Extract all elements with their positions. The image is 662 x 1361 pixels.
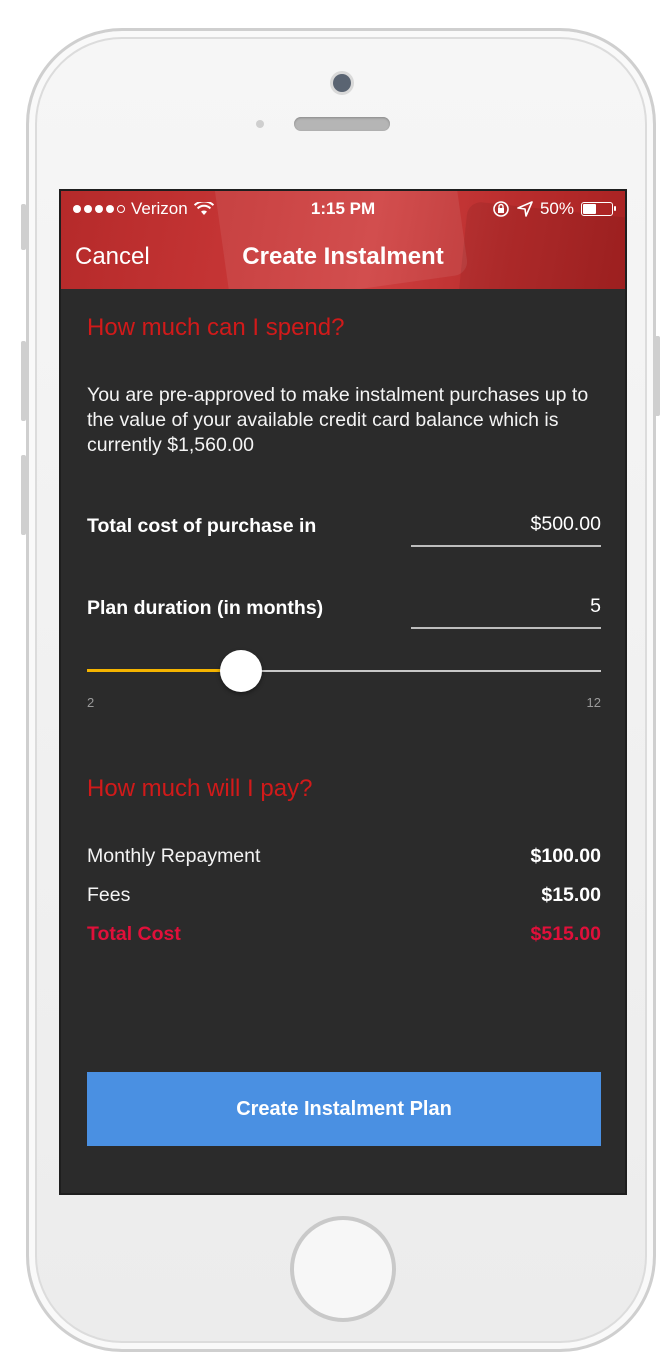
volume-up-button xyxy=(21,341,26,421)
volume-down-button xyxy=(21,455,26,535)
duration-slider[interactable] xyxy=(87,649,601,693)
status-bar: Verizon 1:15 PM 50% xyxy=(61,191,625,227)
purchase-cost-input[interactable] xyxy=(411,507,601,547)
slider-thumb[interactable] xyxy=(220,650,263,692)
fees-value: $15.00 xyxy=(541,884,601,906)
header-background: Verizon 1:15 PM 50% Cancel Create Instal… xyxy=(61,191,625,289)
pre-approval-description: You are pre-approved to make instalment … xyxy=(87,384,589,456)
total-cost-row: Total Cost $515.00 xyxy=(87,923,601,946)
slider-min-label: 2 xyxy=(87,695,95,710)
fees-row: Fees $15.00 xyxy=(87,884,601,907)
pay-section-title: How much will I pay? xyxy=(87,775,313,802)
rotation-lock-icon xyxy=(493,201,509,217)
total-cost-value: $515.00 xyxy=(530,923,602,945)
fees-label: Fees xyxy=(87,884,131,906)
earpiece-speaker xyxy=(294,117,390,131)
spend-section-title: How much can I spend? xyxy=(87,314,345,341)
proximity-sensor xyxy=(256,120,264,128)
total-cost-label: Total Cost xyxy=(87,923,181,945)
plan-duration-input[interactable] xyxy=(411,589,601,629)
battery-icon xyxy=(581,202,616,216)
monthly-repayment-label: Monthly Repayment xyxy=(87,845,261,867)
power-button xyxy=(655,336,660,416)
navigation-bar: Cancel Create Instalment xyxy=(61,233,625,283)
monthly-repayment-value: $100.00 xyxy=(530,845,602,867)
battery-percent: 50% xyxy=(539,199,574,218)
monthly-repayment-row: Monthly Repayment $100.00 xyxy=(87,845,601,868)
purchase-cost-label: Total cost of purchase in xyxy=(87,515,317,537)
app-screen: Verizon 1:15 PM 50% Cancel Create Instal… xyxy=(59,189,627,1195)
slider-track-fill xyxy=(87,669,242,672)
location-arrow-icon xyxy=(517,201,533,217)
status-icons: 50% xyxy=(492,199,616,219)
mute-switch xyxy=(21,204,26,250)
slider-max-label: 12 xyxy=(586,695,601,710)
front-camera xyxy=(333,74,351,92)
plan-duration-label: Plan duration (in months) xyxy=(87,597,324,619)
cancel-button[interactable]: Cancel xyxy=(75,243,150,271)
home-button[interactable] xyxy=(290,1216,396,1322)
create-instalment-plan-button[interactable]: Create Instalment Plan xyxy=(87,1072,601,1146)
